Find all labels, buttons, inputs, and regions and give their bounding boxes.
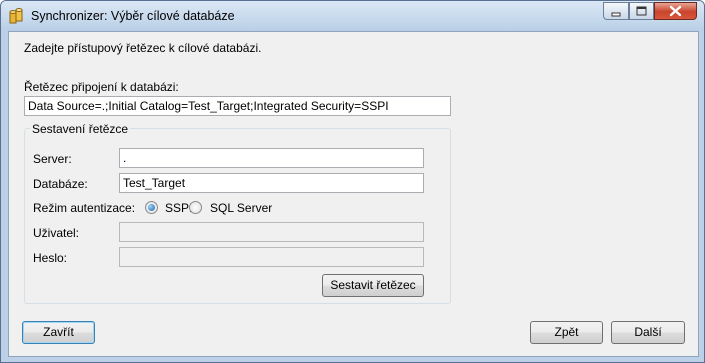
server-input[interactable]: . — [119, 148, 424, 168]
window-title: Synchronizer: Výběr cílové databáze — [31, 9, 235, 23]
auth-mode-label: Režim autentizace: — [33, 201, 136, 215]
intro-text: Zadejte přístupový řetězec k cílové data… — [24, 41, 262, 55]
dialog-client-area: Zadejte přístupový řetězec k cílové data… — [8, 31, 699, 357]
dialog-window: Synchronizer: Výběr cílové databáze Zade… — [0, 0, 705, 363]
close-window-button[interactable] — [654, 2, 697, 20]
user-label: Uživatel: — [33, 226, 80, 240]
connection-string-input[interactable]: Data Source=.;Initial Catalog=Test_Targe… — [24, 96, 451, 116]
minimize-icon — [611, 12, 621, 17]
sspi-radio[interactable] — [145, 201, 158, 214]
password-input[interactable] — [119, 247, 424, 267]
close-button[interactable]: Zavřít — [22, 321, 95, 344]
next-button[interactable]: Další — [611, 321, 685, 344]
sql-server-label: SQL Server — [210, 201, 273, 215]
maximize-icon — [636, 6, 647, 16]
password-label: Heslo: — [33, 251, 68, 265]
database-input[interactable]: Test_Target — [119, 173, 424, 193]
user-input[interactable] — [119, 222, 424, 242]
radio-selected-dot — [148, 204, 155, 211]
connection-string-label: Řetězec připojení k databázi: — [24, 80, 179, 94]
build-string-button[interactable]: Sestavit řetězec — [322, 274, 424, 297]
database-label: Databáze: — [33, 177, 88, 191]
server-label: Server: — [33, 152, 72, 166]
database-cylinders-icon — [9, 8, 23, 24]
maximize-button[interactable] — [629, 2, 654, 20]
builder-group-title: Sestavení řetězce — [30, 122, 131, 136]
title-bar: Synchronizer: Výběr cílové databáze — [1, 1, 704, 31]
sql-server-radio[interactable] — [189, 201, 202, 214]
minimize-button[interactable] — [603, 2, 629, 20]
back-button[interactable]: Zpět — [530, 321, 603, 344]
auth-option-sql-server[interactable]: SQL Server — [189, 200, 309, 216]
close-icon — [669, 5, 682, 17]
